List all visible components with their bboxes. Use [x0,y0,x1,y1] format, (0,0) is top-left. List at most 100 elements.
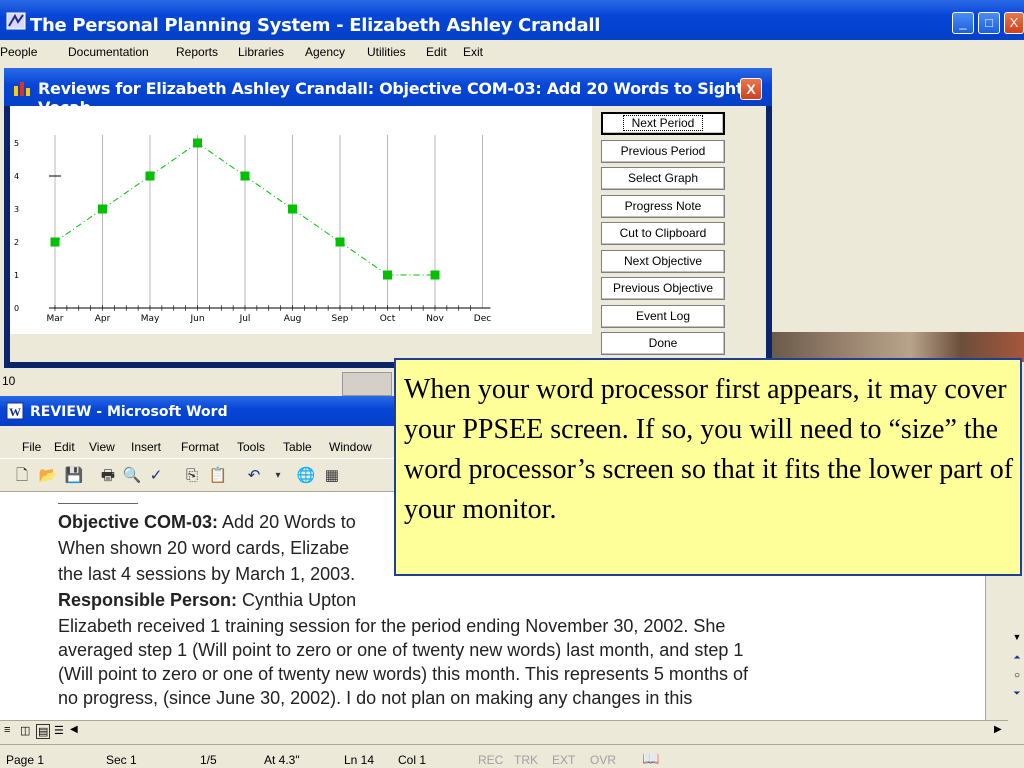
data-point [288,204,297,214]
doc-line-4-text: Cynthia Upton [237,590,357,610]
y-tick-label: 0 [14,304,19,313]
close-button[interactable]: X [1004,12,1024,34]
app-menu-bar: People Documentation Reports Libraries A… [0,40,1024,64]
status-page-count: 1/5 [200,753,217,767]
series-line-segment [54,208,103,243]
desktop: The Personal Planning System - Elizabeth… [0,0,1024,768]
normal-view-icon[interactable]: ≡ [4,724,10,736]
web-layout-icon[interactable]: ◫ [20,724,30,737]
word-menu-window[interactable]: Window [329,440,372,454]
reviews-window: Reviews for Elizabeth Ashley Crandall: O… [4,68,772,368]
status-ovr[interactable]: OVR [590,753,616,767]
previous-period-button[interactable]: Previous Period [601,140,725,163]
status-ext[interactable]: EXT [552,753,575,767]
data-point [383,270,392,280]
x-tick-label: Jun [189,314,204,324]
open-folder-icon[interactable]: 📂 [38,466,58,486]
minimize-button[interactable]: _ [952,12,974,34]
undo-icon[interactable]: ↶ [244,466,264,486]
data-point [430,270,440,280]
cut-to-clipboard-button[interactable]: Cut to Clipboard [601,222,725,245]
doc-line-1-bold: Objective COM-03: [58,512,219,532]
menu-exit[interactable]: Exit [463,45,483,59]
app-title-bar[interactable]: The Personal Planning System - Elizabeth… [0,0,1024,40]
print-preview-icon[interactable]: 🔍 [122,466,142,486]
status-rec[interactable]: REC [478,753,503,767]
x-tick-label: Dec [474,314,491,324]
progress-note-button[interactable]: Progress Note [601,195,725,218]
word-menu-table[interactable]: Table [283,440,312,454]
x-tick-label: Nov [426,314,444,324]
doc-line-4-bold: Responsible Person: [58,590,238,610]
x-tick-label: Sep [332,314,349,324]
y-tick-label: 4 [14,172,19,181]
word-menu-format[interactable]: Format [181,440,219,454]
cut-off-text-line [58,498,138,504]
svg-text:W: W [9,405,21,419]
spelling-icon[interactable]: ✓ [146,466,166,486]
series-line-segment [197,142,246,177]
word-menu-file[interactable]: File [22,440,41,454]
maximize-button[interactable]: □ [978,12,1000,34]
scroll-right-arrow-icon[interactable]: ▶ [994,724,1002,735]
scroll-down-arrow-icon[interactable]: ▼ [1010,632,1024,648]
previous-page-icon[interactable]: ⏶ [1010,652,1024,668]
word-menu-insert[interactable]: Insert [131,440,161,454]
doc-line-2: When shown 20 word cards, Elizabe [58,538,350,558]
chart-window-icon [14,82,30,96]
doc-line-1-text: Add 20 Words to [218,512,356,532]
print-icon[interactable]: 🖶 [98,466,118,486]
horizontal-scrollbar[interactable]: ≡ ◫ ▤ ☰ ◀ ▶ [0,720,1008,742]
menu-documentation[interactable]: Documentation [68,45,149,59]
app-title: The Personal Planning System - Elizabeth… [30,15,601,36]
data-point [145,171,155,181]
save-icon[interactable]: 💾 [64,466,84,486]
new-document-icon[interactable]: 🗋 [12,466,32,486]
print-layout-icon[interactable]: ▤ [36,724,51,739]
next-page-icon[interactable]: ⏷ [1010,688,1024,704]
menu-utilities[interactable]: Utilities [367,45,406,59]
scroll-left-arrow-icon[interactable]: ◀ [70,724,78,735]
tables-icon[interactable]: ▦ [322,466,342,486]
copy-icon[interactable]: ⎘ [182,466,202,486]
outline-view-icon[interactable]: ☰ [54,724,64,737]
data-point [98,204,107,214]
select-browse-object-icon[interactable]: ○ [1010,670,1024,686]
spelling-status-icon[interactable]: 📖 [642,750,659,767]
reviews-title-bar[interactable]: Reviews for Elizabeth Ashley Crandall: O… [4,68,772,117]
word-menu-view[interactable]: View [89,440,115,454]
word-menu-tools[interactable]: Tools [237,440,265,454]
menu-reports[interactable]: Reports [176,45,218,59]
word-status-bar: Page 1 Sec 1 1/5 At 4.3" Ln 14 Col 1 REC… [0,744,1024,768]
doc-line-7: (Will point to zero or one of twenty new… [58,664,748,684]
hyperlink-icon[interactable]: 🌐 [296,466,316,486]
y-tick-label: 3 [14,205,19,214]
event-log-button[interactable]: Event Log [601,305,725,328]
status-line: Ln 14 [344,753,375,767]
x-tick-label: Jul [239,314,251,324]
next-period-button[interactable]: Next Period [601,112,725,135]
menu-libraries[interactable]: Libraries [238,45,284,59]
undo-dropdown-icon[interactable]: ▾ [268,466,288,486]
status-trk[interactable]: TRK [514,753,538,767]
callout-text: When your word processor first appears, … [404,374,1014,525]
series-line-segment [102,175,151,210]
word-menu-edit[interactable]: Edit [54,440,75,454]
instruction-callout: When your word processor first appears, … [394,358,1022,576]
progress-chart: 0 1 2 3 4 5 Mar Apr May Jun Jul Aug Sep Oct Nov Dec [10,106,592,334]
previous-objective-button[interactable]: Previous Objective [601,277,725,300]
data-point [240,171,250,181]
series-line-segment [339,241,388,276]
paste-icon[interactable]: 📋 [208,466,228,486]
x-tick-label: Apr [95,314,111,324]
menu-people[interactable]: People [0,45,37,59]
done-button[interactable]: Done [601,332,725,355]
next-objective-button[interactable]: Next Objective [601,250,725,273]
select-graph-button[interactable]: Select Graph [601,167,725,190]
status-at: At 4.3" [264,753,300,767]
reviews-close-button[interactable]: X [740,78,762,100]
y-tick-label: 1 [14,271,19,280]
app-icon [6,12,26,30]
menu-agency[interactable]: Agency [305,45,345,59]
menu-edit[interactable]: Edit [426,45,447,59]
